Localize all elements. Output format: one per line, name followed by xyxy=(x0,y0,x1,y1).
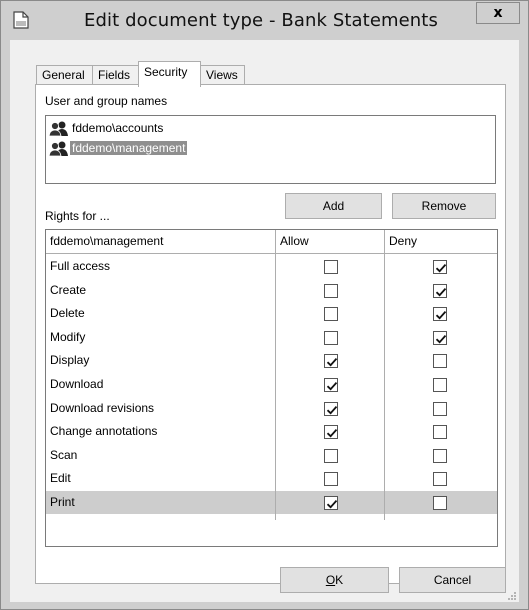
allow-cell xyxy=(276,444,384,467)
rights-row[interactable]: Change annotations xyxy=(46,420,497,444)
deny-cell xyxy=(385,397,497,420)
user-group-icon xyxy=(48,140,69,157)
deny-checkbox[interactable] xyxy=(433,283,447,298)
rights-row[interactable]: Display xyxy=(46,349,497,373)
ok-label-rest: K xyxy=(335,573,344,587)
rights-row[interactable]: Scan xyxy=(46,444,497,468)
allow-checkbox[interactable] xyxy=(324,307,338,322)
allow-cell xyxy=(276,373,384,396)
grid-header: fddemo\management Allow Deny xyxy=(46,230,497,254)
allow-checkbox[interactable] xyxy=(324,378,338,392)
allow-checkbox[interactable] xyxy=(324,330,338,345)
window-title: Edit document type - Bank Statements xyxy=(84,10,438,31)
deny-checkbox[interactable] xyxy=(433,378,447,392)
allow-cell xyxy=(276,255,384,278)
title-bar[interactable]: Edit document type - Bank Statements x xyxy=(1,1,528,39)
allow-checkbox[interactable] xyxy=(324,401,338,416)
allow-checkbox[interactable] xyxy=(324,260,338,274)
dialog-window: Edit document type - Bank Statements x G… xyxy=(0,0,529,610)
deny-cell xyxy=(385,491,497,514)
allow-cell xyxy=(276,491,384,514)
users-listbox[interactable]: fddemo\accounts fddemo\management xyxy=(45,115,496,184)
document-icon xyxy=(13,11,29,29)
allow-cell xyxy=(276,420,384,443)
deny-checkbox[interactable] xyxy=(433,307,447,322)
ok-button[interactable]: OK xyxy=(280,567,389,593)
deny-cell xyxy=(385,373,497,396)
rights-label: Rights for ... xyxy=(45,209,110,223)
allow-cell xyxy=(276,349,384,372)
deny-checkbox[interactable] xyxy=(433,401,447,416)
rights-row[interactable]: Edit xyxy=(46,467,497,491)
allow-cell xyxy=(276,397,384,420)
rights-grid: fddemo\management Allow Deny Full access… xyxy=(45,229,498,547)
resize-grip-icon[interactable] xyxy=(507,590,517,600)
header-deny[interactable]: Deny xyxy=(385,230,497,254)
allow-checkbox[interactable] xyxy=(324,354,338,369)
tab-fields[interactable]: Fields xyxy=(92,65,139,86)
deny-cell xyxy=(385,302,497,325)
right-name: Download revisions xyxy=(50,400,155,415)
deny-checkbox[interactable] xyxy=(433,425,447,440)
right-name: Full access xyxy=(50,259,111,273)
user-item-label: fddemo\management xyxy=(70,141,188,155)
allow-cell xyxy=(276,467,384,490)
allow-checkbox[interactable] xyxy=(324,472,338,487)
rights-row[interactable]: Create xyxy=(46,279,497,303)
allow-cell xyxy=(276,279,384,302)
header-allow[interactable]: Allow xyxy=(276,230,384,254)
right-name: Scan xyxy=(50,447,78,462)
rights-row[interactable]: Full access xyxy=(46,255,497,279)
deny-cell xyxy=(385,326,497,349)
right-name: Edit xyxy=(50,471,71,486)
deny-cell xyxy=(385,420,497,443)
allow-cell xyxy=(276,302,384,325)
allow-checkbox[interactable] xyxy=(324,448,338,463)
tab-views[interactable]: Views xyxy=(200,65,245,86)
rights-row[interactable]: Delete xyxy=(46,302,497,326)
allow-checkbox[interactable] xyxy=(324,425,338,440)
users-label: User and group names xyxy=(45,94,168,108)
rights-row[interactable]: Print xyxy=(46,491,497,515)
deny-cell xyxy=(385,255,497,278)
dialog-client-area: General Fields Security Views User and g… xyxy=(10,40,519,602)
user-item-label: fddemo\accounts xyxy=(72,121,164,135)
right-name: Download xyxy=(50,377,104,391)
header-name: fddemo\management xyxy=(50,234,164,248)
allow-checkbox[interactable] xyxy=(324,283,338,298)
tab-security[interactable]: Security xyxy=(138,61,201,87)
deny-checkbox[interactable] xyxy=(433,260,447,274)
deny-checkbox[interactable] xyxy=(433,354,447,369)
right-name: Create xyxy=(50,282,87,297)
deny-checkbox[interactable] xyxy=(433,448,447,463)
deny-checkbox[interactable] xyxy=(433,496,447,510)
user-group-icon xyxy=(48,120,69,137)
add-button[interactable]: Add xyxy=(285,193,382,219)
right-name: Display xyxy=(50,353,90,368)
remove-button[interactable]: Remove xyxy=(392,193,496,219)
allow-checkbox[interactable] xyxy=(324,496,338,510)
deny-cell xyxy=(385,444,497,467)
ok-mnemonic: O xyxy=(325,573,336,587)
right-name: Change annotations xyxy=(50,424,158,439)
tab-general[interactable]: General xyxy=(36,65,93,86)
deny-cell xyxy=(385,349,497,372)
deny-checkbox[interactable] xyxy=(433,330,447,345)
rights-row[interactable]: Download xyxy=(46,373,497,397)
rights-row[interactable]: Download revisions xyxy=(46,397,497,421)
cancel-button[interactable]: Cancel xyxy=(399,567,506,593)
security-panel: User and group names fddemo\accounts fdd… xyxy=(35,84,506,584)
close-button[interactable]: x xyxy=(476,2,520,24)
allow-cell xyxy=(276,326,384,349)
right-name: Delete xyxy=(50,306,85,321)
deny-cell xyxy=(385,467,497,490)
rights-row[interactable]: Modify xyxy=(46,326,497,350)
deny-cell xyxy=(385,279,497,302)
deny-checkbox[interactable] xyxy=(433,472,447,487)
right-name: Modify xyxy=(50,329,86,344)
right-name: Print xyxy=(46,491,275,514)
